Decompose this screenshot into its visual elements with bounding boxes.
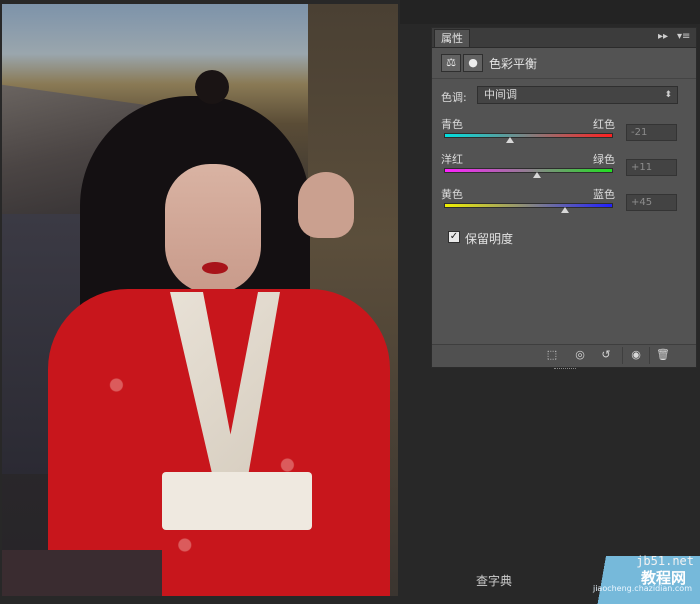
cyan-red-value-field[interactable]: -21 [626, 124, 677, 141]
cyan-red-slider-thumb[interactable] [505, 137, 514, 143]
photo-hair-bun [195, 70, 229, 104]
delete-trash-icon[interactable]: 🗑 [655, 348, 671, 362]
dropdown-updown-icon: ⬍ [664, 90, 672, 100]
preserve-luminosity-label: 保留明度 [465, 232, 514, 246]
watermark-url: jiaocheng.chazidian.com [592, 584, 692, 593]
workspace-top-strip [400, 0, 700, 24]
document-canvas-photo [2, 4, 398, 596]
watermark-side-text: 查字典 [476, 574, 513, 588]
photo-face [165, 164, 261, 294]
color-balance-scale-icon[interactable]: ⚖ [441, 54, 461, 72]
yellow-blue-value-field[interactable]: +45 [626, 194, 677, 211]
panel-footer-toolbar: ⬚ ◎ ↺ ◉ 🗑 [432, 344, 696, 369]
reset-icon[interactable]: ↺ [598, 348, 614, 362]
photo-dark-swatch [2, 550, 162, 596]
clip-to-layer-icon[interactable]: ⬚ [544, 348, 560, 362]
panel-tab-bar: 属性 ▸▸ ▾≡ [432, 28, 696, 48]
photo-white-sash [162, 472, 312, 530]
slider-row-cyan-red: 青色 红色 -21 [441, 116, 691, 150]
cyan-red-track[interactable] [444, 133, 613, 138]
layer-mask-icon[interactable]: ● [463, 54, 483, 72]
adjustment-header: ⚖ ● 色彩平衡 [432, 48, 696, 79]
tone-dropdown[interactable]: 中间调 ⬍ [477, 86, 678, 104]
tab-properties[interactable]: 属性 [434, 29, 470, 47]
magenta-green-track[interactable] [444, 168, 613, 173]
panel-menu-icon[interactable]: ▾≡ [677, 31, 690, 43]
yellow-blue-slider-thumb[interactable] [561, 207, 570, 213]
panel-resize-grip[interactable] [554, 368, 576, 372]
properties-panel: 属性 ▸▸ ▾≡ ⚖ ● 色彩平衡 色调: 中间调 ⬍ 青色 红色 -21 洋红… [431, 27, 697, 369]
slider-label-blue: 蓝色 [593, 188, 615, 201]
site-watermark: jb51.net 教程网 jiaocheng.chazidian.com 查字典 [476, 552, 700, 604]
adjustment-title: 色彩平衡 [489, 57, 538, 71]
slider-label-cyan: 青色 [441, 118, 463, 131]
photo-lips [202, 262, 228, 274]
tone-dropdown-value: 中间调 [484, 88, 517, 101]
slider-label-yellow: 黄色 [441, 188, 463, 201]
footer-divider [622, 347, 623, 364]
slider-row-yellow-blue: 黄色 蓝色 +45 [441, 186, 691, 220]
footer-divider [649, 347, 650, 364]
tone-label: 色调: [441, 91, 467, 104]
yellow-blue-track[interactable] [444, 203, 613, 208]
collapse-panel-icon[interactable]: ▸▸ [658, 31, 668, 43]
watermark-site: jb51.net [636, 554, 694, 568]
magenta-green-value-field[interactable]: +11 [626, 159, 677, 176]
view-previous-state-icon[interactable]: ◎ [572, 348, 588, 362]
slider-label-magenta: 洋红 [441, 153, 463, 166]
slider-label-red: 红色 [593, 118, 615, 131]
magenta-green-slider-thumb[interactable] [532, 172, 541, 178]
slider-label-green: 绿色 [593, 153, 615, 166]
slider-row-magenta-green: 洋红 绿色 +11 [441, 151, 691, 185]
photo-hand [298, 172, 354, 238]
preserve-luminosity-checkbox[interactable]: ✓ [448, 231, 460, 243]
visibility-eye-icon[interactable]: ◉ [628, 348, 644, 362]
